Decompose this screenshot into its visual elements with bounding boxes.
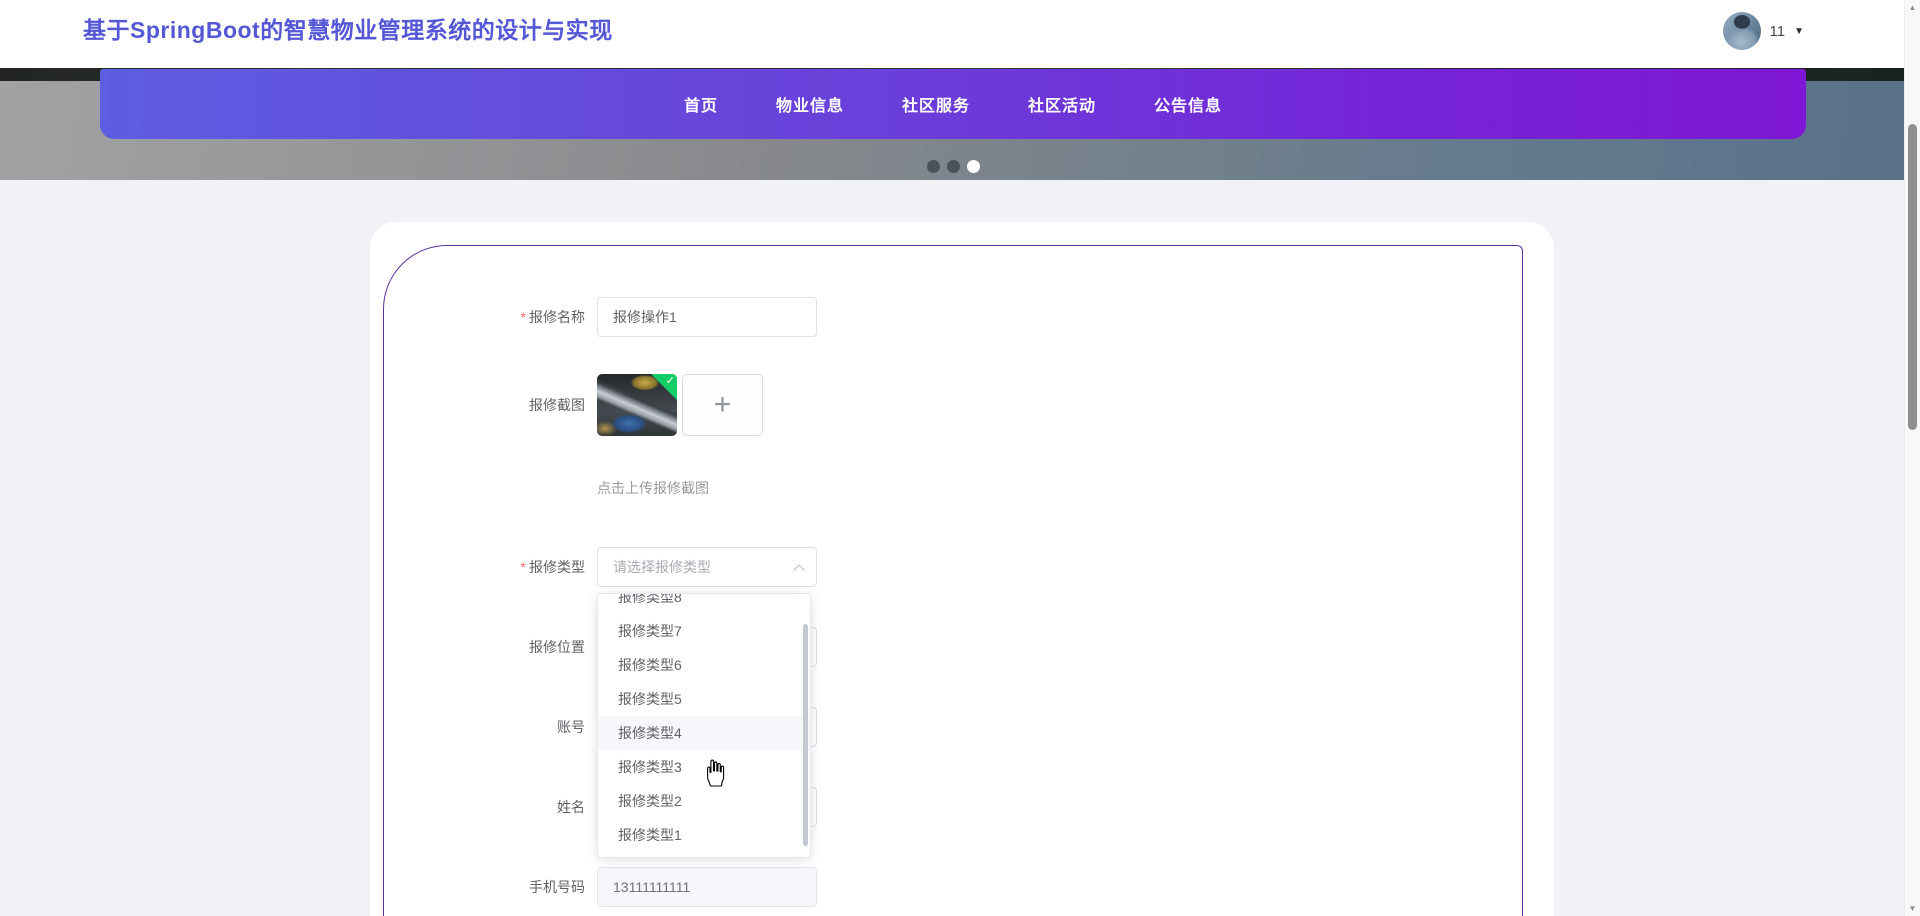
phone-input bbox=[597, 867, 817, 907]
repair-type-select[interactable]: 请选择报修类型 bbox=[597, 547, 817, 587]
nav-item-home[interactable]: 首页 bbox=[684, 92, 718, 116]
option-repair-type-5[interactable]: 报修类型5 bbox=[598, 682, 810, 716]
option-repair-type-6[interactable]: 报修类型6 bbox=[598, 648, 810, 682]
user-menu[interactable]: 11 ▼ bbox=[1723, 11, 1804, 51]
check-icon: ✓ bbox=[666, 374, 675, 387]
required-asterisk: * bbox=[521, 559, 526, 575]
carousel-dot-2[interactable] bbox=[947, 160, 960, 173]
app-header: 基于SpringBoot的智慧物业管理系统的设计与实现 11 ▼ bbox=[0, 0, 1920, 68]
option-repair-type-1[interactable]: 报修类型1 bbox=[598, 818, 810, 852]
option-repair-type-2[interactable]: 报修类型2 bbox=[598, 784, 810, 818]
nav-item-community-service[interactable]: 社区服务 bbox=[902, 92, 970, 116]
option-repair-type-4[interactable]: 报修类型4 bbox=[598, 716, 810, 750]
upload-hint-text: 点击上传报修截图 bbox=[597, 478, 709, 498]
realname-label: 姓名 bbox=[433, 787, 597, 827]
repair-location-label: 报修位置 bbox=[433, 627, 597, 667]
dropdown-scrollbar-thumb[interactable] bbox=[803, 624, 808, 846]
repair-screenshot-label: 报修截图 bbox=[433, 374, 597, 436]
option-repair-type-3[interactable]: 报修类型3 bbox=[598, 750, 810, 784]
repair-type-label: *报修类型 bbox=[433, 547, 597, 587]
page-scrollbar-thumb[interactable] bbox=[1908, 124, 1917, 430]
phone-label: 手机号码 bbox=[433, 867, 597, 907]
plus-icon: + bbox=[714, 388, 732, 422]
username-label: 11 bbox=[1770, 23, 1786, 40]
chevron-up-icon bbox=[793, 564, 804, 575]
main-navbar: 首页 物业信息 社区服务 社区活动 公告信息 bbox=[100, 69, 1806, 139]
option-repair-type-8[interactable]: 报修类型8 bbox=[598, 593, 810, 614]
avatar[interactable] bbox=[1723, 12, 1761, 50]
repair-type-placeholder: 请选择报修类型 bbox=[613, 557, 711, 577]
repair-name-input[interactable] bbox=[597, 297, 817, 337]
carousel-dot-3-active[interactable] bbox=[967, 160, 980, 173]
carousel-dot-1[interactable] bbox=[927, 160, 940, 173]
option-repair-type-7[interactable]: 报修类型7 bbox=[598, 614, 810, 648]
nav-item-property-info[interactable]: 物业信息 bbox=[776, 92, 844, 116]
nav-item-announcements[interactable]: 公告信息 bbox=[1154, 92, 1222, 116]
caret-down-icon[interactable]: ▼ bbox=[1794, 26, 1804, 37]
repair-screenshot-thumbnail[interactable]: ✓ bbox=[597, 374, 677, 436]
required-asterisk: * bbox=[521, 309, 526, 325]
page-scrollbar[interactable]: ▲ ▼ bbox=[1904, 0, 1920, 916]
repair-name-label: *报修名称 bbox=[433, 297, 597, 337]
scrollbar-up-icon[interactable]: ▲ bbox=[1905, 3, 1920, 12]
page-title: 基于SpringBoot的智慧物业管理系统的设计与实现 bbox=[83, 0, 613, 60]
repair-type-option-list: 报修类型8 报修类型7 报修类型6 报修类型5 报修类型4 报修类型3 报修类型… bbox=[598, 593, 810, 852]
carousel-dots bbox=[927, 160, 980, 173]
nav-item-community-activity[interactable]: 社区活动 bbox=[1028, 92, 1096, 116]
scrollbar-down-icon[interactable]: ▼ bbox=[1905, 904, 1920, 913]
repair-type-dropdown: 报修类型8 报修类型7 报修类型6 报修类型5 报修类型4 报修类型3 报修类型… bbox=[597, 593, 811, 858]
account-label: 账号 bbox=[433, 707, 597, 747]
upload-add-button[interactable]: + bbox=[682, 374, 763, 436]
page: 基于SpringBoot的智慧物业管理系统的设计与实现 11 ▼ 首页 物业信息… bbox=[0, 0, 1920, 916]
